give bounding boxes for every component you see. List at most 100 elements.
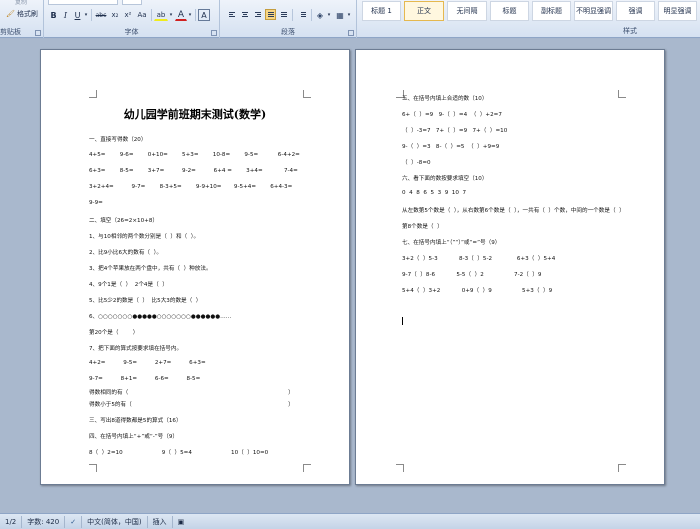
page2-line: 六、看下面的数按要求填空（10） — [402, 176, 488, 182]
macro-record-icon[interactable]: ▣ — [173, 516, 190, 528]
status-bar: 1/2 字数: 420 ✓ 中文(简体，中国) 插入 ▣ — [0, 513, 700, 529]
paragraph-separator — [311, 9, 312, 21]
highlight-button[interactable]: ab — [154, 9, 168, 21]
font-name-dropdown[interactable] — [48, 0, 118, 5]
page1-line: 四、在括号内填上“+”或“-”号（9） — [89, 434, 178, 440]
subscript-button[interactable]: x₂ — [109, 9, 121, 21]
style-normal[interactable]: 正文 — [404, 1, 444, 21]
page2-line: 5+4（ ）3+2 0+9（ ）9 5+3（ ）9 — [402, 288, 553, 294]
shading-dropdown-icon[interactable]: ▾ — [326, 9, 332, 21]
page2-line: 3+2（ ）5-3 8-3（ ）5-2 6+3（ ）5+4 — [402, 256, 556, 262]
page1-line: 5、比5少2的数是（ ） 比5大3的数是（ ） — [89, 298, 202, 304]
style-title[interactable]: 标题 — [490, 1, 529, 21]
style-no-spacing[interactable]: 无间隔 — [447, 1, 487, 21]
page2-line: 9-7（ ）8-6 5-5（ ）2 7-2（ ）9 — [402, 272, 542, 278]
style-subtle-emphasis[interactable]: 不明显强调 — [574, 1, 613, 21]
bold-button[interactable]: B — [48, 9, 59, 21]
border-dropdown-icon[interactable]: ▾ — [346, 9, 352, 21]
font-group: B I U ▾ abc x₂ x² Aa ab ▾ A ▾ A 字体 — [44, 0, 220, 38]
page-title: 幼儿园学前班期末测试(数学) — [123, 108, 267, 121]
style-normal-label: 正文 — [417, 7, 431, 15]
page2-line: 从左数第5个数是（ ），从右数第6个数是（ ），一共有（ ）个数，中间的一个数是… — [402, 208, 625, 214]
style-emphasis[interactable]: 强调 — [616, 1, 655, 21]
paragraph-launcher-icon[interactable] — [348, 30, 354, 36]
font-separator — [195, 9, 196, 21]
page1-line: 9-7= 8+1= 6-6= 8-5= — [89, 376, 201, 382]
page1-line: 得数相同的有（ ） — [89, 390, 294, 396]
proofing-icon[interactable]: ✓ — [65, 515, 83, 528]
justify-button[interactable] — [265, 9, 276, 20]
underline-dropdown-icon[interactable]: ▾ — [83, 9, 89, 21]
font-group-label: 字体 — [124, 28, 139, 36]
font-separator — [151, 9, 152, 21]
line-spacing-button[interactable] — [296, 9, 307, 20]
page-1[interactable]: 幼儿园学前班期末测试(数学) 一、直接写得数（20） 4+5= 9-6= 0+10… — [40, 49, 350, 485]
font-size-dropdown[interactable] — [122, 0, 142, 5]
page2-line: 七、在括号内填上“（”“）”或“=”号（9） — [402, 240, 501, 246]
copy-button[interactable]: 复制 — [2, 0, 40, 6]
border-button[interactable]: ▦ — [334, 9, 346, 21]
page2-line: 6+（ ）=9 9-（ ）=4 （ ）+2=7 — [402, 112, 502, 118]
format-painter-button[interactable]: 🖌 格式刷 — [2, 8, 42, 20]
ribbon: 复制 🖌 格式刷 剪贴板 B I U ▾ abc x₂ x² Aa ab ▾ A… — [0, 0, 700, 38]
paragraph-group-label: 段落 — [281, 28, 295, 36]
page1-line: 第20个是（ ） — [89, 330, 139, 336]
margin-mark — [303, 90, 311, 98]
italic-button[interactable]: I — [60, 9, 71, 21]
styles-group-label: 样式 — [623, 27, 637, 35]
page-2[interactable]: 五、在括号内填上合适的数（10） 6+（ ）=9 9-（ ）=4 （ ）+2=7 （… — [355, 49, 665, 485]
font-color-button[interactable]: A — [175, 9, 187, 21]
page1-line: 9-9= — [89, 200, 103, 206]
distributed-button[interactable] — [278, 9, 289, 20]
char-border-button[interactable]: A — [198, 9, 210, 21]
shading-button[interactable]: ◈ — [314, 9, 326, 21]
align-center-button[interactable] — [239, 9, 250, 20]
page1-line: 二、填空（26=2×10+8） — [89, 218, 158, 224]
style-intense-emphasis[interactable]: 明显强调 — [658, 1, 697, 21]
page1-line: 2、比9小比6大的数有（ ）。 — [89, 250, 162, 256]
page-number-status[interactable]: 1/2 — [0, 515, 23, 528]
strikethrough-button[interactable]: abc — [94, 9, 108, 21]
page1-line: 6+3= 8-5= 3+7= 9-2= 6+4 = 3+4= 7-4= — [89, 168, 298, 174]
insert-mode-status[interactable]: 插入 — [148, 515, 173, 528]
margin-mark — [618, 90, 626, 98]
font-color-dropdown-icon[interactable]: ▾ — [187, 9, 193, 21]
clipboard-group: 复制 🖌 格式刷 剪贴板 — [0, 0, 44, 38]
paragraph-group: ◈ ▾ ▦ ▾ 段落 — [220, 0, 357, 38]
align-right-button[interactable] — [252, 9, 263, 20]
change-case-button[interactable]: Aa — [135, 9, 149, 21]
clipboard-launcher-icon[interactable] — [35, 30, 41, 36]
page2-line: 五、在括号内填上合适的数（10） — [402, 96, 488, 102]
page1-line: 7、把下面的算式按要求填在括号内。 — [89, 346, 183, 352]
underline-button[interactable]: U — [72, 9, 83, 21]
page2-line: （ ）-8=0 — [402, 160, 431, 166]
font-separator — [91, 9, 92, 21]
page1-line: 6、○○○○○○○●●●●●○○○○○○○●●●●●●…… — [89, 314, 232, 320]
margin-mark — [618, 464, 626, 472]
page1-line: 4+5= 9-6= 0+10= 5+3= 10-8= 9-5= 6-4+2= — [89, 152, 300, 158]
paragraph-separator — [292, 9, 293, 21]
page1-line: 三、写出8道得数都是5的算式（16） — [89, 418, 182, 424]
margin-mark — [89, 90, 97, 98]
page1-line: 4+2= 9-5= 2+7= 6+3= — [89, 360, 206, 366]
page1-line: 1、与10相邻的两个数分别是（ ）和（ ）。 — [89, 234, 200, 240]
word-count-status[interactable]: 字数: 420 — [22, 515, 66, 528]
styles-gallery: 标题 1 正文 无间隔 标题 副标题 不明显强调 强调 明显强调 — [357, 0, 700, 24]
text-cursor — [402, 317, 403, 325]
page1-line: 得数小于5的有（ ） — [89, 402, 294, 408]
page1-line: 4、9个1是（ ） 2个4是（ ） — [89, 282, 168, 288]
page1-line: 3+2+4= 9-7= 8-3+5= 9-9+10= 9-5+4= 6+4-3= — [89, 184, 293, 190]
language-status[interactable]: 中文(简体，中国) — [82, 515, 148, 528]
margin-mark — [89, 464, 97, 472]
page2-line: 0 4 8 6 5 3 9 10 7 — [402, 190, 467, 196]
page2-line: （ ）-3=7 7+（ ）=9 7+（ ）=10 — [402, 128, 508, 134]
style-heading-1[interactable]: 标题 1 — [362, 1, 401, 21]
align-left-button[interactable] — [226, 9, 237, 20]
highlight-dropdown-icon[interactable]: ▾ — [168, 9, 174, 21]
superscript-button[interactable]: x² — [122, 9, 134, 21]
page1-line: 8（ ）2=10 9（ ）5=4 10（ ）10=0 — [89, 450, 269, 456]
document-area[interactable]: 幼儿园学前班期末测试(数学) 一、直接写得数（20） 4+5= 9-6= 0+10… — [0, 39, 700, 513]
font-launcher-icon[interactable] — [211, 30, 217, 36]
style-subtitle[interactable]: 副标题 — [532, 1, 571, 21]
format-painter-icon: 🖌 — [6, 10, 15, 18]
